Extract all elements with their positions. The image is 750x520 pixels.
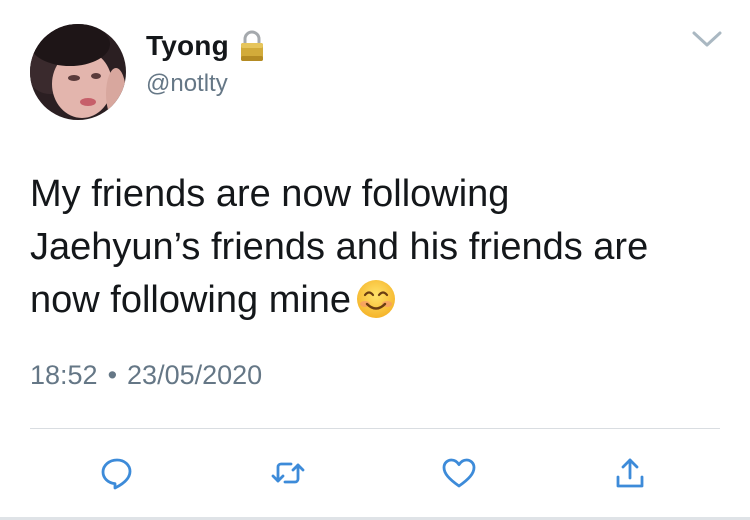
share-button[interactable] [612, 455, 648, 491]
tweet-date: 23/05/2020 [127, 360, 263, 390]
like-icon [441, 455, 477, 491]
lock-icon [239, 29, 265, 63]
like-button[interactable] [441, 455, 477, 491]
avatar-photo [30, 24, 126, 120]
display-name-row: Tyong [146, 26, 265, 66]
retweet-button[interactable] [270, 455, 306, 491]
divider [30, 428, 720, 429]
retweet-icon [270, 455, 306, 491]
avatar[interactable] [30, 24, 126, 120]
chevron-down-icon[interactable] [690, 28, 724, 50]
tweet-time: 18:52 [30, 360, 98, 390]
reply-icon [99, 455, 135, 491]
smiling-face-emoji [355, 278, 397, 320]
tweet-line-2: Jaehyun’s friends and his friends are [30, 226, 649, 268]
separator-dot: • [107, 360, 118, 390]
tweet-text: My friends are now following Jaehyun’s fr… [30, 168, 730, 327]
share-icon [612, 455, 648, 491]
user-handle[interactable]: @notlty [146, 70, 228, 98]
display-name[interactable]: Tyong [146, 30, 229, 62]
timestamp[interactable]: 18:52 • 23/05/2020 [30, 360, 262, 391]
tweet-line-3: now following mine [30, 279, 352, 321]
reply-button[interactable] [99, 455, 135, 491]
tweet-line-1: My friends are now following [30, 173, 510, 215]
